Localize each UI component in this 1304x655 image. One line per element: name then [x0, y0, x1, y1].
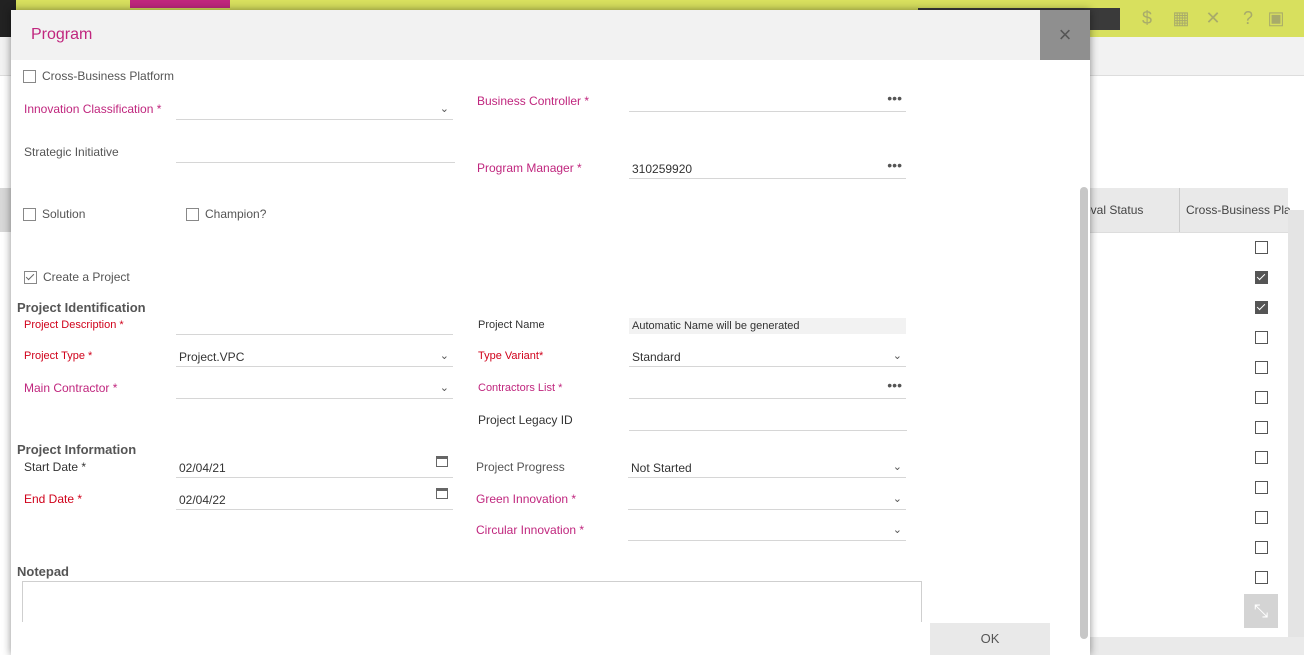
program-manager-field[interactable]: 310259920 ••• — [629, 157, 906, 179]
grid-row-checkbox[interactable] — [1255, 271, 1268, 284]
green-innovation-select[interactable]: ⌄ — [628, 492, 906, 510]
project-type-value: Project.VPC — [179, 350, 245, 364]
help-icon[interactable]: ? — [1238, 8, 1258, 28]
chevron-down-icon: ⌄ — [892, 493, 902, 505]
more-icon[interactable]: ••• — [887, 377, 902, 393]
calendar-icon[interactable]: ▦ — [1171, 8, 1191, 28]
project-progress-select[interactable]: Not Started ⌄ — [628, 460, 906, 478]
end-date-value: 02/04/22 — [179, 493, 226, 507]
grid-row-checkbox[interactable] — [1255, 541, 1268, 554]
project-progress-value: Not Started — [631, 461, 692, 475]
chevron-down-icon: ⌄ — [439, 382, 449, 394]
grid-row-checkbox[interactable] — [1255, 361, 1268, 374]
program-manager-label: Program Manager * — [477, 161, 582, 175]
dialog-header: Program × — [11, 10, 1090, 60]
grid-footer — [1090, 637, 1304, 655]
grid-scrollbar[interactable] — [1288, 210, 1304, 640]
create-project-checkbox[interactable] — [24, 271, 37, 284]
project-legacy-id-label: Project Legacy ID — [478, 413, 573, 427]
project-legacy-id-field[interactable] — [629, 413, 907, 431]
create-project-label: Create a Project — [43, 270, 130, 284]
chevron-down-icon: ⌄ — [892, 350, 902, 362]
dialog-scrollbar[interactable] — [1080, 187, 1088, 639]
close-icon[interactable]: × — [1040, 10, 1090, 60]
project-information-heading: Project Information — [17, 442, 137, 457]
grid-row-checkbox[interactable] — [1255, 331, 1268, 344]
project-type-select[interactable]: Project.VPC ⌄ — [176, 349, 453, 367]
grid-col-cross-business[interactable]: Cross-Business Pla — [1179, 188, 1304, 232]
grid-row-checkbox[interactable] — [1255, 391, 1268, 404]
grid-row-checkbox[interactable] — [1255, 571, 1268, 584]
app-active-tab[interactable] — [130, 0, 230, 8]
grid-row-checkbox[interactable] — [1255, 301, 1268, 314]
end-date-label: End Date * — [24, 492, 83, 506]
start-date-label: Start Date * — [24, 460, 87, 474]
solution-checkbox[interactable] — [23, 208, 36, 221]
cross-business-checkbox[interactable] — [23, 70, 36, 83]
more-icon[interactable]: ••• — [887, 157, 902, 173]
more-icon[interactable]: ••• — [887, 90, 902, 106]
dialog-title: Program — [31, 26, 93, 43]
green-innovation-label: Green Innovation * — [476, 492, 577, 506]
project-type-label: Project Type * — [24, 350, 93, 362]
project-identification-heading: Project Identification — [17, 300, 146, 315]
chevron-down-icon: ⌄ — [439, 103, 449, 115]
grid-row-checkbox[interactable] — [1255, 421, 1268, 434]
project-name-label: Project Name — [478, 319, 545, 331]
main-contractor-label: Main Contractor * — [24, 381, 118, 395]
start-date-value: 02/04/21 — [179, 461, 226, 475]
champion-checkbox[interactable] — [186, 208, 199, 221]
grid-row-checkbox[interactable] — [1255, 241, 1268, 254]
end-date-field[interactable]: 02/04/22 — [176, 488, 453, 510]
grid-row-checkbox[interactable] — [1255, 451, 1268, 464]
notepad-textarea[interactable] — [22, 581, 922, 622]
grid-row-checkbox[interactable] — [1255, 511, 1268, 524]
strategic-initiative-field[interactable] — [176, 145, 455, 163]
circular-innovation-label: Circular Innovation * — [476, 523, 585, 537]
expand-icon[interactable]: ⤡ — [1244, 594, 1278, 628]
type-variant-select[interactable]: Standard ⌄ — [629, 349, 906, 367]
chevron-down-icon: ⌄ — [439, 350, 449, 362]
innovation-classification-select[interactable]: ⌄ — [176, 102, 453, 120]
chevron-down-icon: ⌄ — [892, 461, 902, 473]
contractors-list-label: Contractors List * — [478, 382, 563, 394]
innovation-classification-label: Innovation Classification * — [24, 102, 162, 116]
strategic-initiative-label: Strategic Initiative — [24, 145, 119, 159]
chevron-down-icon: ⌄ — [892, 524, 902, 536]
calendar-icon[interactable] — [436, 456, 448, 467]
cross-business-label: Cross-Business Platform — [42, 69, 175, 83]
grid-row-checkbox[interactable] — [1255, 481, 1268, 494]
calendar-icon[interactable] — [436, 488, 448, 499]
champion-label: Champion? — [205, 207, 267, 221]
program-dialog: Program × Cross-Business Platform Innova… — [11, 10, 1090, 655]
type-variant-label: Type Variant* — [478, 350, 544, 362]
program-manager-value: 310259920 — [632, 162, 693, 176]
dollar-icon[interactable]: $ — [1137, 8, 1157, 28]
save-icon[interactable]: ▣ — [1266, 8, 1286, 28]
grid-col-approval-status[interactable]: oval Status — [1090, 188, 1178, 232]
project-name-field: Automatic Name will be generated — [629, 318, 906, 334]
project-description-label: Project Description * — [24, 319, 124, 331]
ok-button[interactable]: OK — [930, 623, 1050, 655]
solution-label: Solution — [42, 207, 86, 221]
excel-icon[interactable]: ✕ — [1203, 8, 1223, 28]
circular-innovation-select[interactable]: ⌄ — [628, 523, 906, 541]
business-controller-field[interactable]: ••• — [629, 90, 906, 112]
notepad-heading: Notepad — [17, 564, 69, 579]
start-date-field[interactable]: 02/04/21 — [176, 456, 453, 478]
contractors-list-field[interactable]: ••• — [629, 377, 906, 399]
project-progress-label: Project Progress — [476, 460, 565, 474]
main-contractor-select[interactable]: ⌄ — [176, 381, 453, 399]
project-description-field[interactable] — [176, 317, 453, 335]
business-controller-label: Business Controller * — [477, 94, 590, 108]
type-variant-value: Standard — [632, 350, 681, 364]
